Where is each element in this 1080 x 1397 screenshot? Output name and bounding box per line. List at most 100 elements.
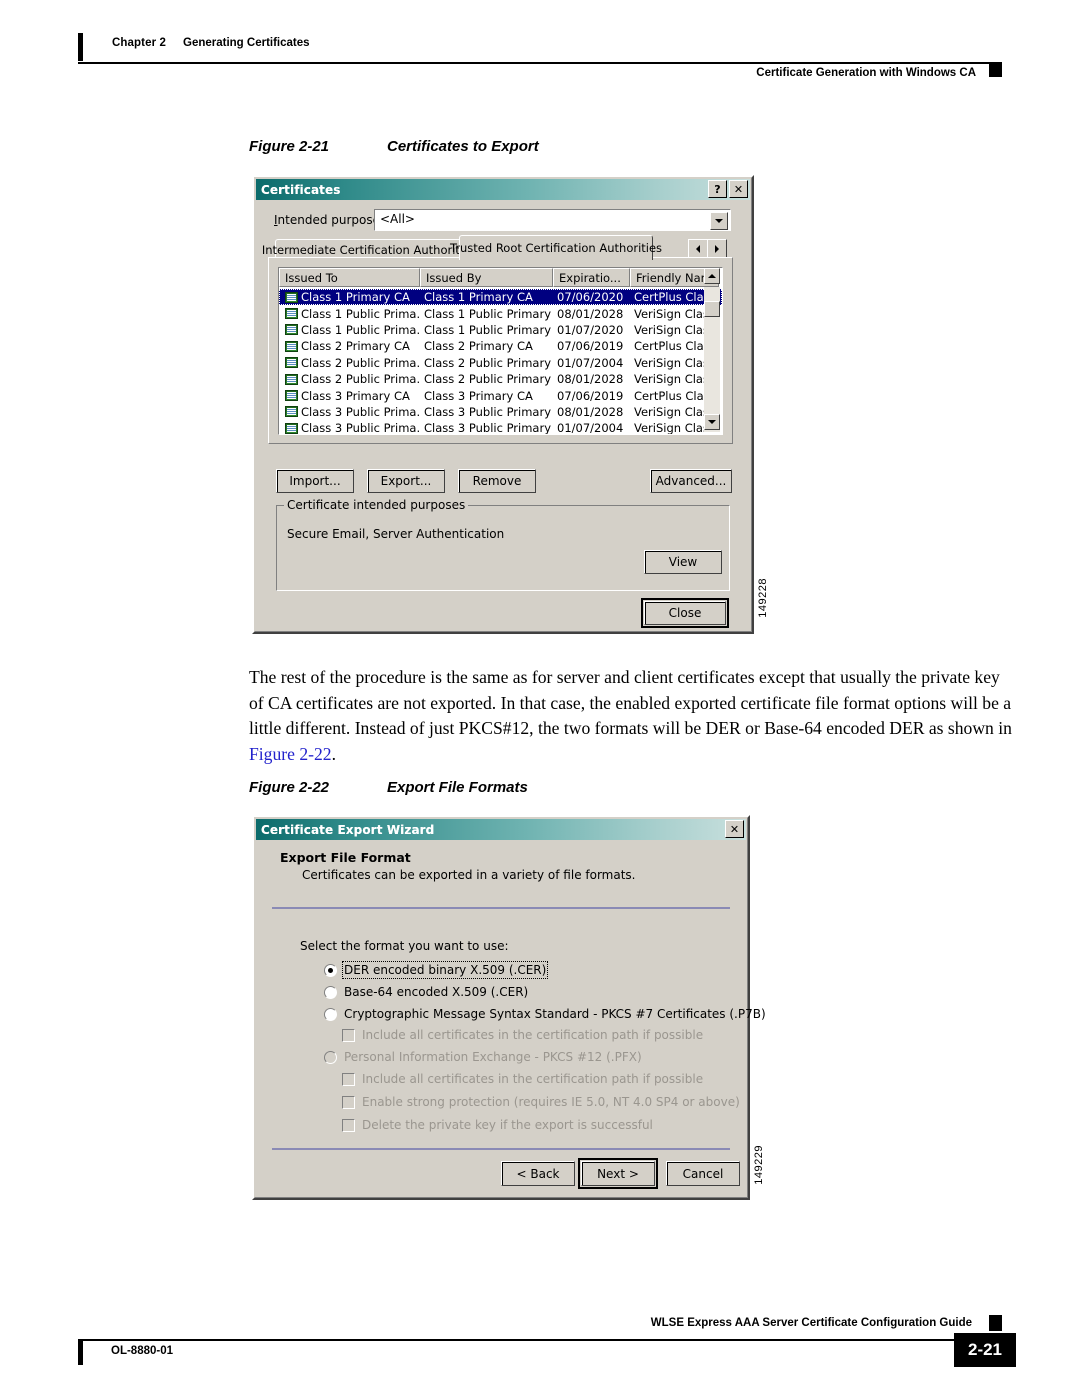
advanced-button-label: Advanced... bbox=[655, 474, 727, 488]
cell-text: Class 1 Public Prima... bbox=[301, 306, 420, 321]
close-button[interactable]: Close bbox=[641, 598, 729, 628]
scroll-up-icon[interactable] bbox=[704, 268, 720, 284]
table-row[interactable]: Class 3 Primary CA Class 3 Primary CA 07/0… bbox=[279, 387, 722, 403]
cell-expiration: 08/01/2028 bbox=[557, 306, 624, 321]
radio-pkcs12-pfx bbox=[324, 1051, 337, 1064]
cell-issued-to: Class 2 Public Prima... bbox=[279, 372, 420, 386]
tab-trusted-root-certification-authorities[interactable]: Trusted Root Certification Authorities bbox=[450, 235, 662, 260]
cell-issued-to: Class 1 Public Prima... bbox=[279, 307, 420, 321]
footer-square-marker bbox=[989, 1315, 1002, 1331]
footer-left-bar bbox=[78, 1339, 83, 1365]
scrollbar-thumb[interactable] bbox=[704, 301, 720, 317]
intended-purpose-label-text: ntended purpose: bbox=[277, 213, 385, 227]
certificate-icon bbox=[285, 357, 298, 369]
radio-label-pkcs12-pfx: Personal Information Exchange - PKCS #12… bbox=[344, 1050, 642, 1064]
export-button-label: Export... bbox=[380, 474, 432, 488]
advanced-button[interactable]: Advanced... bbox=[650, 469, 732, 493]
tab-label: Intermediate Certification Authorities bbox=[261, 243, 477, 257]
column-header-issued-to[interactable]: Issued To bbox=[279, 268, 420, 287]
figure-id-149229: 149229 bbox=[753, 1145, 765, 1185]
certificates-titlebar[interactable]: Certificates ? ✕ bbox=[256, 179, 750, 200]
table-row[interactable]: Class 3 Public Prima... Class 3 Public Pr… bbox=[279, 420, 722, 435]
page-number: 2-21 bbox=[954, 1333, 1016, 1367]
column-header-expiration[interactable]: Expiratio... bbox=[553, 268, 630, 287]
cell-expiration: 07/06/2019 bbox=[557, 339, 624, 354]
checkbox-delete-private-key bbox=[342, 1119, 355, 1132]
remove-button[interactable]: Remove bbox=[458, 469, 536, 493]
header-left-bar bbox=[78, 33, 83, 61]
table-row[interactable]: Class 2 Public Prima... Class 2 Public Pr… bbox=[279, 371, 722, 387]
table-row[interactable]: Class 2 Public Prima... Class 2 Public Pr… bbox=[279, 355, 722, 371]
paragraph-text-part2: . bbox=[331, 743, 336, 764]
close-button-label: Close bbox=[668, 606, 702, 620]
radio-label-pkcs7[interactable]: Cryptographic Message Syntax Standard - … bbox=[344, 1007, 766, 1021]
radio-pkcs7[interactable] bbox=[324, 1008, 337, 1021]
close-icon[interactable]: ✕ bbox=[725, 820, 744, 838]
cell-issued-by: Class 2 Public Primary ... bbox=[424, 355, 553, 370]
cell-expiration: 01/07/2020 bbox=[557, 322, 624, 337]
certificates-dialog: Certificates ? ✕ Intended purpose: <All>… bbox=[252, 175, 754, 634]
wizard-bottom-divider bbox=[272, 1148, 730, 1150]
cell-expiration: 07/06/2020 bbox=[557, 290, 624, 305]
help-button[interactable]: ? bbox=[708, 180, 727, 198]
running-header: Chapter 2 Generating Certificates Certif… bbox=[78, 33, 1002, 79]
document-page: Chapter 2 Generating Certificates Certif… bbox=[0, 0, 1080, 1397]
back-button-label: < Back bbox=[516, 1166, 560, 1181]
checkbox-include-all-certs-p7b bbox=[342, 1029, 355, 1042]
radio-label-der-encoded-binary[interactable]: DER encoded binary X.509 (.CER) bbox=[341, 961, 549, 979]
header-running-head: Certificate Generation with Windows CA bbox=[756, 67, 976, 79]
cell-text: Class 3 Public Prima... bbox=[301, 421, 420, 435]
certificate-export-wizard: Certificate Export Wizard ✕ Export File … bbox=[252, 815, 766, 1200]
cell-text: Class 3 Primary CA bbox=[301, 388, 410, 403]
cancel-button-label: Cancel bbox=[682, 1166, 724, 1181]
titlebar-buttons: ? ✕ bbox=[708, 180, 748, 198]
view-button[interactable]: View bbox=[644, 550, 722, 574]
radio-der-encoded-binary[interactable] bbox=[324, 964, 337, 977]
cell-expiration: 08/01/2028 bbox=[557, 404, 624, 419]
cell-issued-by: Class 3 Public Primary ... bbox=[424, 404, 553, 419]
certificates-list[interactable]: Issued To Issued By Expiratio... Friendl… bbox=[278, 267, 723, 435]
column-header-issued-by[interactable]: Issued By bbox=[420, 268, 553, 287]
tab-scroll-right-button[interactable] bbox=[707, 239, 727, 259]
table-row[interactable]: Class 1 Primary CA Class 1 Primary CA 07/0… bbox=[279, 289, 722, 306]
back-button[interactable]: < Back bbox=[501, 1161, 575, 1186]
certificate-intended-purposes-group: Certificate intended purposes bbox=[276, 498, 730, 591]
close-icon[interactable]: ✕ bbox=[729, 180, 748, 198]
certificate-icon bbox=[285, 291, 298, 303]
cell-text: Class 3 Public Prima... bbox=[301, 404, 420, 419]
cell-issued-by: Class 1 Public Primary ... bbox=[424, 322, 553, 337]
tab-label: Trusted Root Certification Authorities bbox=[449, 241, 663, 255]
next-button[interactable]: Next > bbox=[578, 1158, 658, 1189]
cell-issued-by: Class 2 Primary CA bbox=[424, 339, 533, 354]
radio-base64-encoded[interactable] bbox=[324, 986, 337, 999]
intended-purpose-combo[interactable]: <All> bbox=[374, 209, 731, 231]
table-row[interactable]: Class 3 Public Prima... Class 3 Public Pr… bbox=[279, 404, 722, 420]
cell-text: Class 2 Public Prima... bbox=[301, 372, 420, 387]
chevron-down-icon[interactable] bbox=[710, 212, 728, 230]
figure-number: Figure 2-21 bbox=[249, 138, 330, 155]
purposes-text: Secure Email, Server Authentication bbox=[287, 527, 505, 541]
figure-cross-reference[interactable]: Figure 2-22 bbox=[249, 744, 332, 764]
cell-expiration: 08/01/2028 bbox=[557, 372, 624, 387]
scroll-down-icon[interactable] bbox=[704, 414, 720, 430]
export-button[interactable]: Export... bbox=[367, 469, 445, 493]
certificates-list-scrollbar[interactable] bbox=[704, 268, 720, 432]
cell-issued-to: Class 2 Public Prima... bbox=[279, 356, 420, 370]
table-row[interactable]: Class 2 Primary CA Class 2 Primary CA 07/0… bbox=[279, 338, 722, 354]
certificates-title: Certificates bbox=[261, 182, 341, 197]
header-chapter-title: Generating Certificates bbox=[183, 37, 310, 49]
cancel-button[interactable]: Cancel bbox=[666, 1161, 740, 1186]
intended-purpose-value: <All> bbox=[380, 212, 415, 226]
checkbox-include-all-certs-pfx bbox=[342, 1073, 355, 1086]
table-row[interactable]: Class 1 Public Prima... Class 1 Public Pr… bbox=[279, 322, 722, 338]
radio-label-base64-encoded[interactable]: Base-64 encoded X.509 (.CER) bbox=[344, 985, 528, 999]
cell-issued-to: Class 1 Primary CA bbox=[279, 290, 420, 304]
wizard-titlebar[interactable]: Certificate Export Wizard ✕ bbox=[256, 819, 746, 840]
import-button[interactable]: Import... bbox=[276, 469, 354, 493]
wizard-page-subheading: Certificates can be exported in a variet… bbox=[302, 868, 636, 882]
header-rule bbox=[78, 62, 1002, 64]
certificate-icon bbox=[285, 340, 298, 352]
table-row[interactable]: Class 1 Public Prima... Class 1 Public Pr… bbox=[279, 305, 722, 321]
tab-scroll-left-button[interactable] bbox=[688, 239, 708, 259]
certificate-icon bbox=[285, 308, 298, 320]
